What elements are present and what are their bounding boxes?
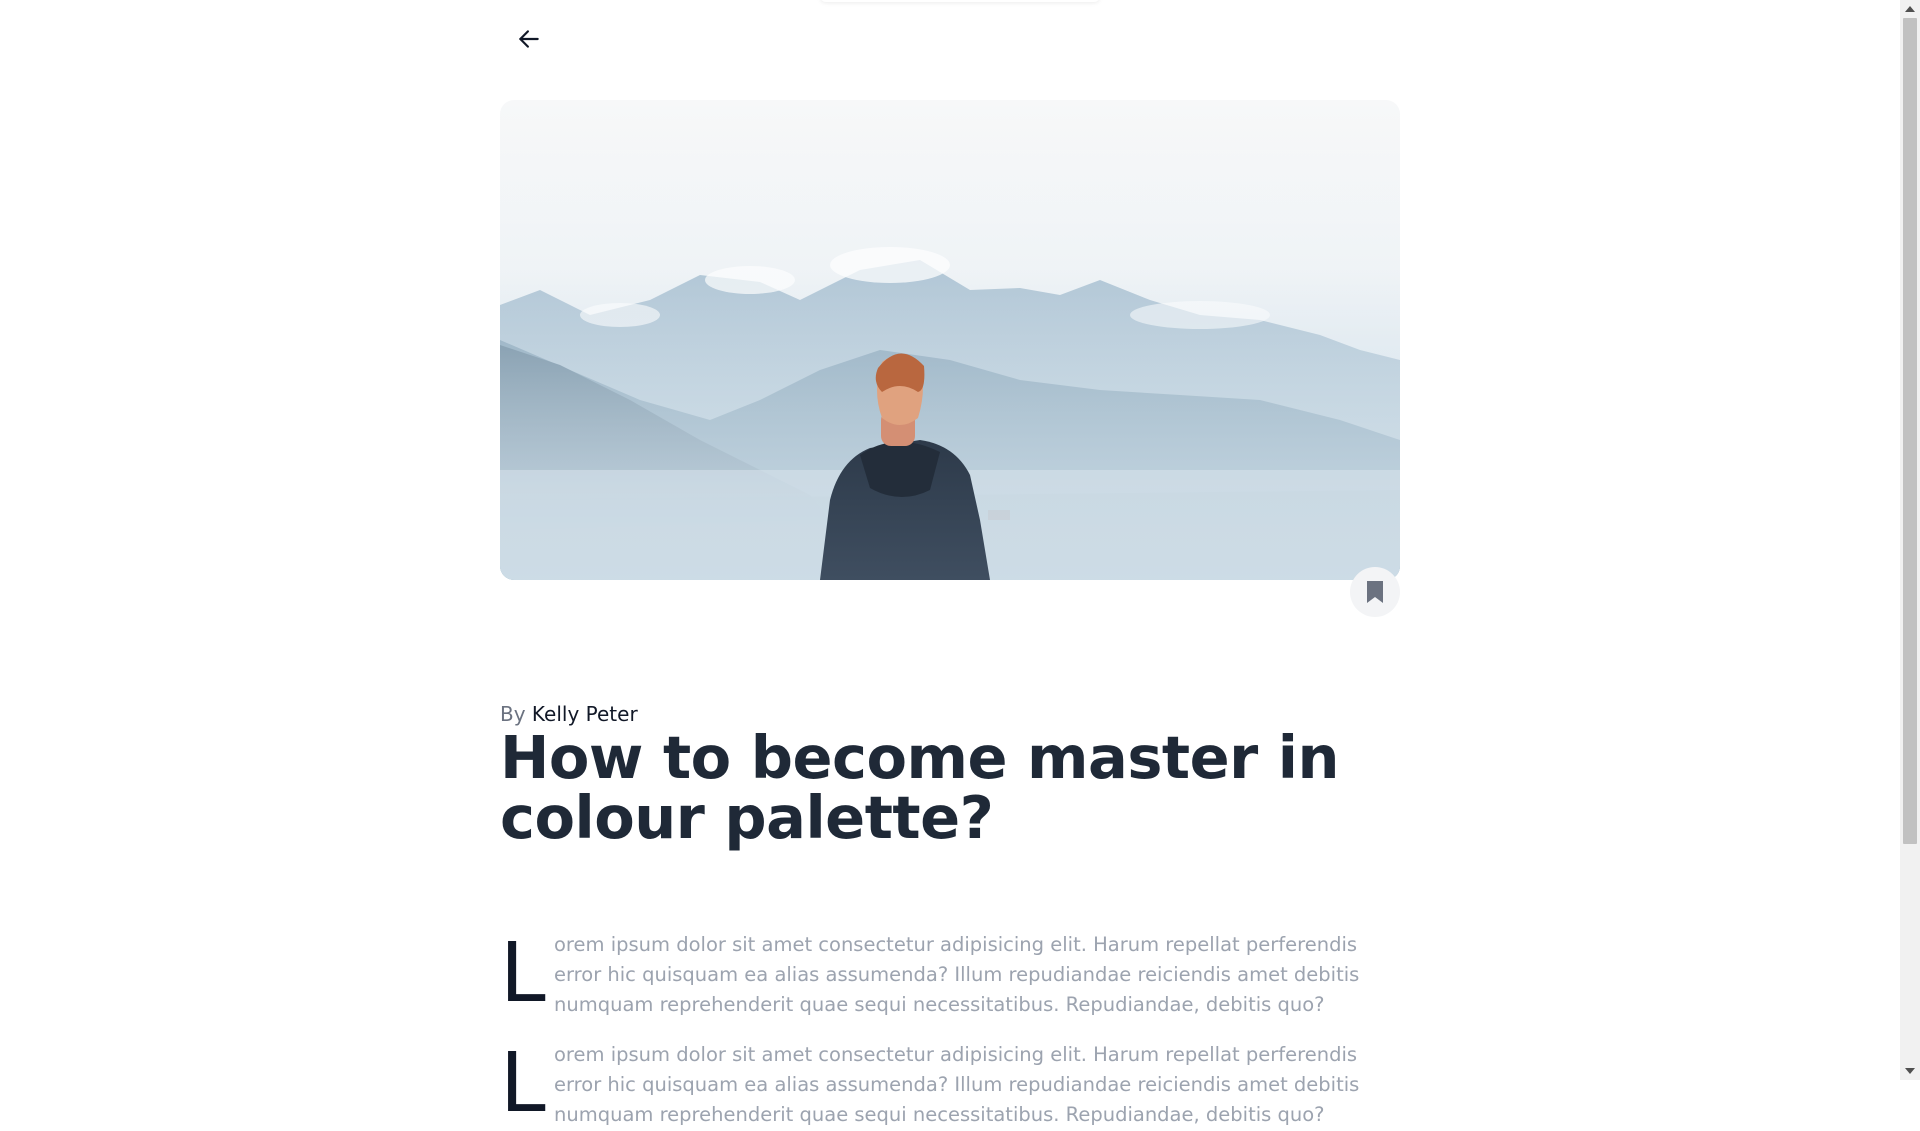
back-button[interactable] bbox=[512, 22, 546, 56]
scroll-down-icon[interactable] bbox=[1905, 1068, 1915, 1074]
drop-cap: L bbox=[500, 1036, 546, 1131]
paragraph-text: orem ipsum dolor sit amet consectetur ad… bbox=[554, 1043, 1360, 1126]
article-paragraph: L orem ipsum dolor sit amet consectetur … bbox=[500, 1040, 1390, 1130]
scroll-up-icon[interactable] bbox=[1905, 6, 1915, 12]
vertical-scrollbar[interactable] bbox=[1900, 0, 1920, 1080]
bookmark-button[interactable] bbox=[1350, 567, 1400, 617]
drop-cap: L bbox=[500, 926, 546, 1021]
scrollbar-thumb[interactable] bbox=[1903, 18, 1917, 844]
hero-image bbox=[500, 100, 1400, 580]
article-title: How to become master in colour palette? bbox=[500, 723, 1340, 852]
top-edge-shadow bbox=[820, 0, 1100, 2]
paragraph-text: orem ipsum dolor sit amet consectetur ad… bbox=[554, 933, 1360, 1016]
arrow-left-icon bbox=[519, 30, 539, 48]
article-paragraph: L orem ipsum dolor sit amet consectetur … bbox=[500, 930, 1390, 1020]
bookmark-icon bbox=[1367, 581, 1383, 603]
